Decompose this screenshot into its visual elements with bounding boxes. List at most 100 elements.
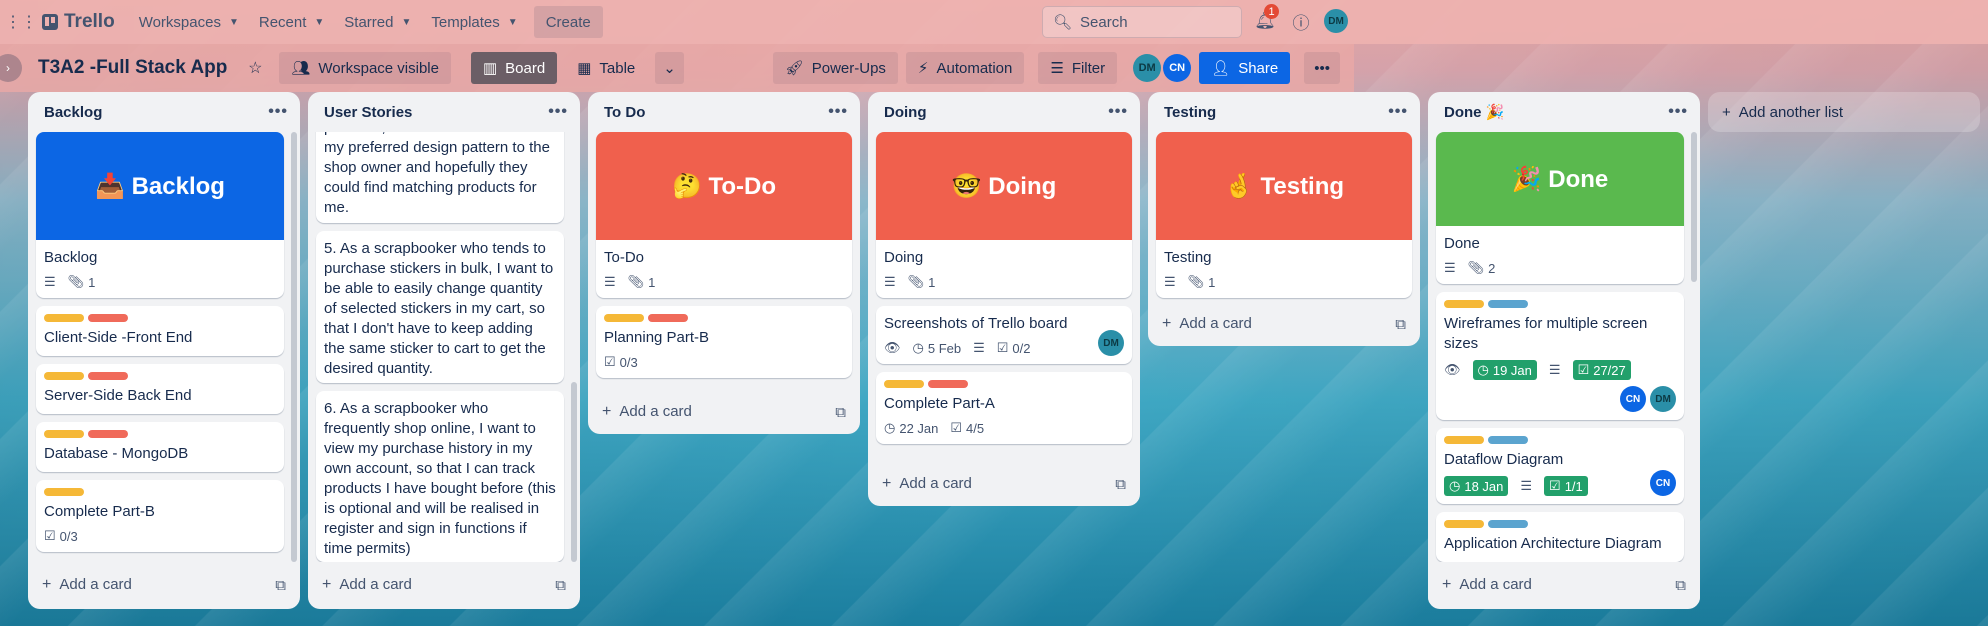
member-avatar[interactable]: DM <box>1650 386 1676 412</box>
list-header[interactable]: Done 🎉 ••• <box>1428 92 1700 132</box>
list-title[interactable]: To Do <box>604 104 645 121</box>
create-from-template-icon[interactable]: ⧉ <box>1115 476 1126 493</box>
label-red[interactable] <box>88 430 128 438</box>
star-icon[interactable]: ☆ <box>239 52 271 84</box>
label-red[interactable] <box>648 314 688 322</box>
add-card-button[interactable]: + Add a card ⧉ <box>868 466 1140 502</box>
more-icon[interactable]: ••• <box>1668 103 1688 121</box>
label-orange[interactable] <box>44 314 84 322</box>
card[interactable]: Complete Part-A ◷ 22 Jan ☑ 4/5 <box>876 372 1132 444</box>
powerups-button[interactable]: 🚀︎ Power-Ups <box>772 52 898 84</box>
trello-logo[interactable]: Trello <box>42 11 115 33</box>
label-orange[interactable] <box>44 430 84 438</box>
list-header[interactable]: User Stories ••• <box>308 92 580 132</box>
add-card-button[interactable]: + Add a card ⧉ <box>308 567 580 603</box>
card[interactable]: Wireframes for multiple screen sizes 👁︎ ◷… <box>1436 292 1684 420</box>
label-orange[interactable] <box>44 488 84 496</box>
list-header[interactable]: Doing ••• <box>868 92 1140 132</box>
label-blue[interactable] <box>1488 300 1528 308</box>
card[interactable]: Complete Part-B ☑ 0/3 <box>36 480 284 552</box>
more-icon[interactable]: ••• <box>1388 103 1408 121</box>
card[interactable]: 📥 Backlog Backlog ☰ 📎︎ 1 <box>36 132 284 298</box>
label-orange[interactable] <box>604 314 644 322</box>
create-from-template-icon[interactable]: ⧉ <box>1395 316 1406 333</box>
list-title[interactable]: User Stories <box>324 104 412 121</box>
create-from-template-icon[interactable]: ⧉ <box>275 577 286 594</box>
create-button[interactable]: Create <box>533 6 603 38</box>
member-avatar[interactable]: DM <box>1098 330 1124 356</box>
create-from-template-icon[interactable]: ⧉ <box>1675 577 1686 594</box>
filter-button[interactable]: ☰ Filter <box>1038 52 1118 84</box>
label-red[interactable] <box>928 380 968 388</box>
label-orange[interactable] <box>1444 436 1484 444</box>
label-orange[interactable] <box>1444 300 1484 308</box>
member-avatar[interactable]: CN <box>1163 54 1192 82</box>
add-card-button[interactable]: + Add a card ⧉ <box>1148 306 1420 342</box>
label-red[interactable] <box>88 314 128 322</box>
list-title[interactable]: Doing <box>884 104 927 121</box>
notifications-bell-icon[interactable]: 🔔︎ 1 <box>1252 4 1279 34</box>
add-card-button[interactable]: + Add a card ⧉ <box>1428 567 1700 603</box>
more-views-button[interactable]: ⌄ <box>655 52 684 84</box>
card[interactable]: Planning Part-B ☑ 0/3 <box>596 306 852 378</box>
label-blue[interactable] <box>1488 436 1528 444</box>
list-title[interactable]: Done 🎉 <box>1444 103 1504 121</box>
table-view-tab[interactable]: ▦ Table <box>565 52 647 84</box>
board-view-tab[interactable]: ▥ Board <box>470 52 558 84</box>
card[interactable]: 🤔 To-Do To-Do ☰ 📎︎ 1 <box>596 132 852 298</box>
search-input[interactable]: 🔍︎ Search <box>1042 6 1242 38</box>
add-list-button[interactable]: + Add another list <box>1708 92 1980 132</box>
card[interactable]: Client-Side -Front End <box>36 306 284 356</box>
automation-button[interactable]: ⚡︎ Automation <box>905 52 1025 84</box>
visibility-button[interactable]: 👥︎ Workspace visible <box>279 52 451 84</box>
more-icon[interactable]: ••• <box>268 103 288 121</box>
more-icon[interactable]: ••• <box>828 103 848 121</box>
label-orange[interactable] <box>1444 520 1484 528</box>
list-header[interactable]: Backlog ••• <box>28 92 300 132</box>
list-header[interactable]: To Do ••• <box>588 92 860 132</box>
list-title[interactable]: Testing <box>1164 104 1216 121</box>
card[interactable]: Screenshots of Trello board 👁︎ ◷ 5 Feb ☰ ☑ 0/… <box>876 306 1132 364</box>
app-switcher-icon[interactable]: ⋮⋮ <box>5 9 37 35</box>
card[interactable]: Application Architecture Diagram <box>1436 512 1684 562</box>
label-orange[interactable] <box>44 372 84 380</box>
help-icon[interactable]: ⓘ <box>1288 8 1314 34</box>
starred-menu[interactable]: Starred ▼ <box>334 6 421 38</box>
label-red[interactable] <box>88 372 128 380</box>
user-avatar[interactable]: DM <box>1324 9 1348 33</box>
member-avatar[interactable]: DM <box>1133 54 1162 82</box>
add-card-button[interactable]: + Add a card ⧉ <box>588 394 860 430</box>
list-scrollbar[interactable] <box>291 132 297 562</box>
create-from-template-icon[interactable]: ⧉ <box>555 577 566 594</box>
card[interactable]: Dataflow Diagram ◷ 18 Jan ☰ ☑ 1/1 CN <box>1436 428 1684 504</box>
card[interactable]: 6. As a scrapbooker who frequently shop … <box>316 390 564 562</box>
board-title[interactable]: T3A2 -Full Stack App <box>38 57 227 79</box>
create-from-template-icon[interactable]: ⧉ <box>835 404 846 421</box>
share-button[interactable]: 👤︎ Share <box>1199 52 1291 84</box>
list-scrollbar[interactable] <box>571 382 577 562</box>
list-title[interactable]: Backlog <box>44 104 102 121</box>
card[interactable]: 🤓 Doing Doing ☰ 📎︎ 1 <box>876 132 1132 298</box>
recent-menu[interactable]: Recent ▼ <box>249 6 334 38</box>
card[interactable]: Database - MongoDB <box>36 422 284 472</box>
member-avatar[interactable]: CN <box>1620 386 1646 412</box>
card[interactable]: Server-Side Back End <box>36 364 284 414</box>
member-avatar[interactable]: CN <box>1650 470 1676 496</box>
card[interactable]: products, so that I can describe my pref… <box>316 132 564 223</box>
label-orange[interactable] <box>884 380 924 388</box>
label-blue[interactable] <box>1488 520 1528 528</box>
more-icon[interactable]: ••• <box>1108 103 1128 121</box>
more-icon[interactable]: ••• <box>548 103 568 121</box>
due-date: 18 Jan <box>1464 478 1504 494</box>
card[interactable]: 🤞 Testing Testing ☰ 📎︎ 1 <box>1156 132 1412 298</box>
list-scrollbar[interactable] <box>1691 132 1697 282</box>
expand-sidebar-icon[interactable]: › <box>0 54 22 82</box>
templates-menu[interactable]: Templates ▼ <box>421 6 527 38</box>
add-card-button[interactable]: + Add a card ⧉ <box>28 567 300 603</box>
card[interactable]: 5. As a scrapbooker who tends to purchas… <box>316 230 564 383</box>
workspaces-menu[interactable]: Workspaces ▼ <box>129 6 249 38</box>
board-menu-button[interactable]: ••• <box>1304 52 1340 84</box>
checklist-badge: ☑ 0/3 <box>604 354 638 370</box>
list-header[interactable]: Testing ••• <box>1148 92 1420 132</box>
card[interactable]: 🎉 Done Done ☰ 📎︎ 2 <box>1436 132 1684 284</box>
